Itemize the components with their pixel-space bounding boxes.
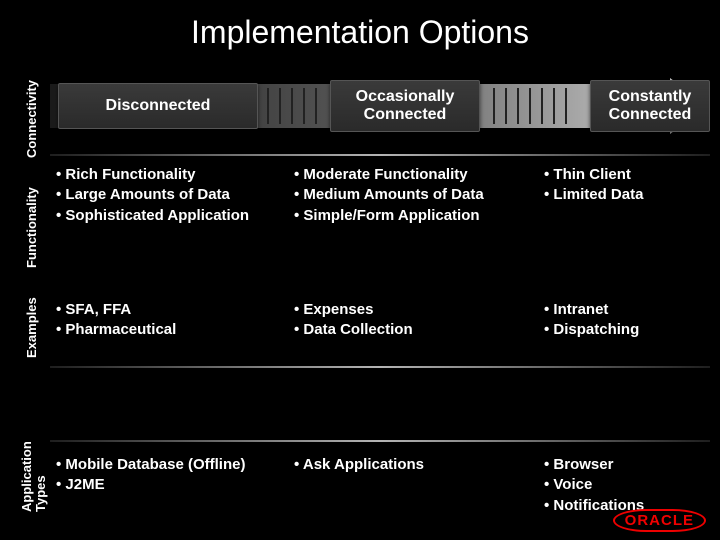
functionality-col1: • Rich Functionality • Large Amounts of … [50, 165, 290, 226]
apptypes-col2: • Ask Applications [290, 455, 540, 516]
examples-col1: • SFA, FFA • Pharmaceutical [50, 300, 290, 341]
row-label-functionality: Functionality [24, 187, 39, 268]
divider [50, 366, 710, 368]
connectivity-constantly: Constantly Connected [590, 80, 710, 132]
apptypes-col3: • Browser • Voice • Notifications [540, 455, 710, 516]
page-title: Implementation Options [0, 0, 720, 63]
apptypes-row: • Mobile Database (Offline) • J2ME • Ask… [50, 455, 710, 516]
examples-row: • SFA, FFA • Pharmaceutical • Expenses •… [50, 300, 710, 341]
functionality-row: • Rich Functionality • Large Amounts of … [50, 165, 710, 226]
row-label-connectivity: Connectivity [24, 80, 39, 158]
connectivity-occasionally: Occasionally Connected [330, 80, 480, 132]
brand-text: ORACLE [613, 509, 706, 532]
brand-logo: ORACLE [613, 509, 706, 532]
examples-col3: • Intranet • Dispatching [540, 300, 710, 341]
apptypes-col1: • Mobile Database (Offline) • J2ME [50, 455, 290, 516]
functionality-col2: • Moderate Functionality • Medium Amount… [290, 165, 540, 226]
slide-content: Disconnected Occasionally Connected Cons… [50, 70, 710, 148]
divider [50, 440, 710, 442]
connectivity-row: Disconnected Occasionally Connected Cons… [50, 70, 710, 148]
row-label-apptypes: Application Types [20, 441, 49, 512]
examples-col2: • Expenses • Data Collection [290, 300, 540, 341]
connectivity-disconnected: Disconnected [58, 83, 258, 129]
functionality-col3: • Thin Client • Limited Data [540, 165, 710, 226]
divider [50, 154, 710, 156]
row-label-examples: Examples [24, 297, 39, 358]
